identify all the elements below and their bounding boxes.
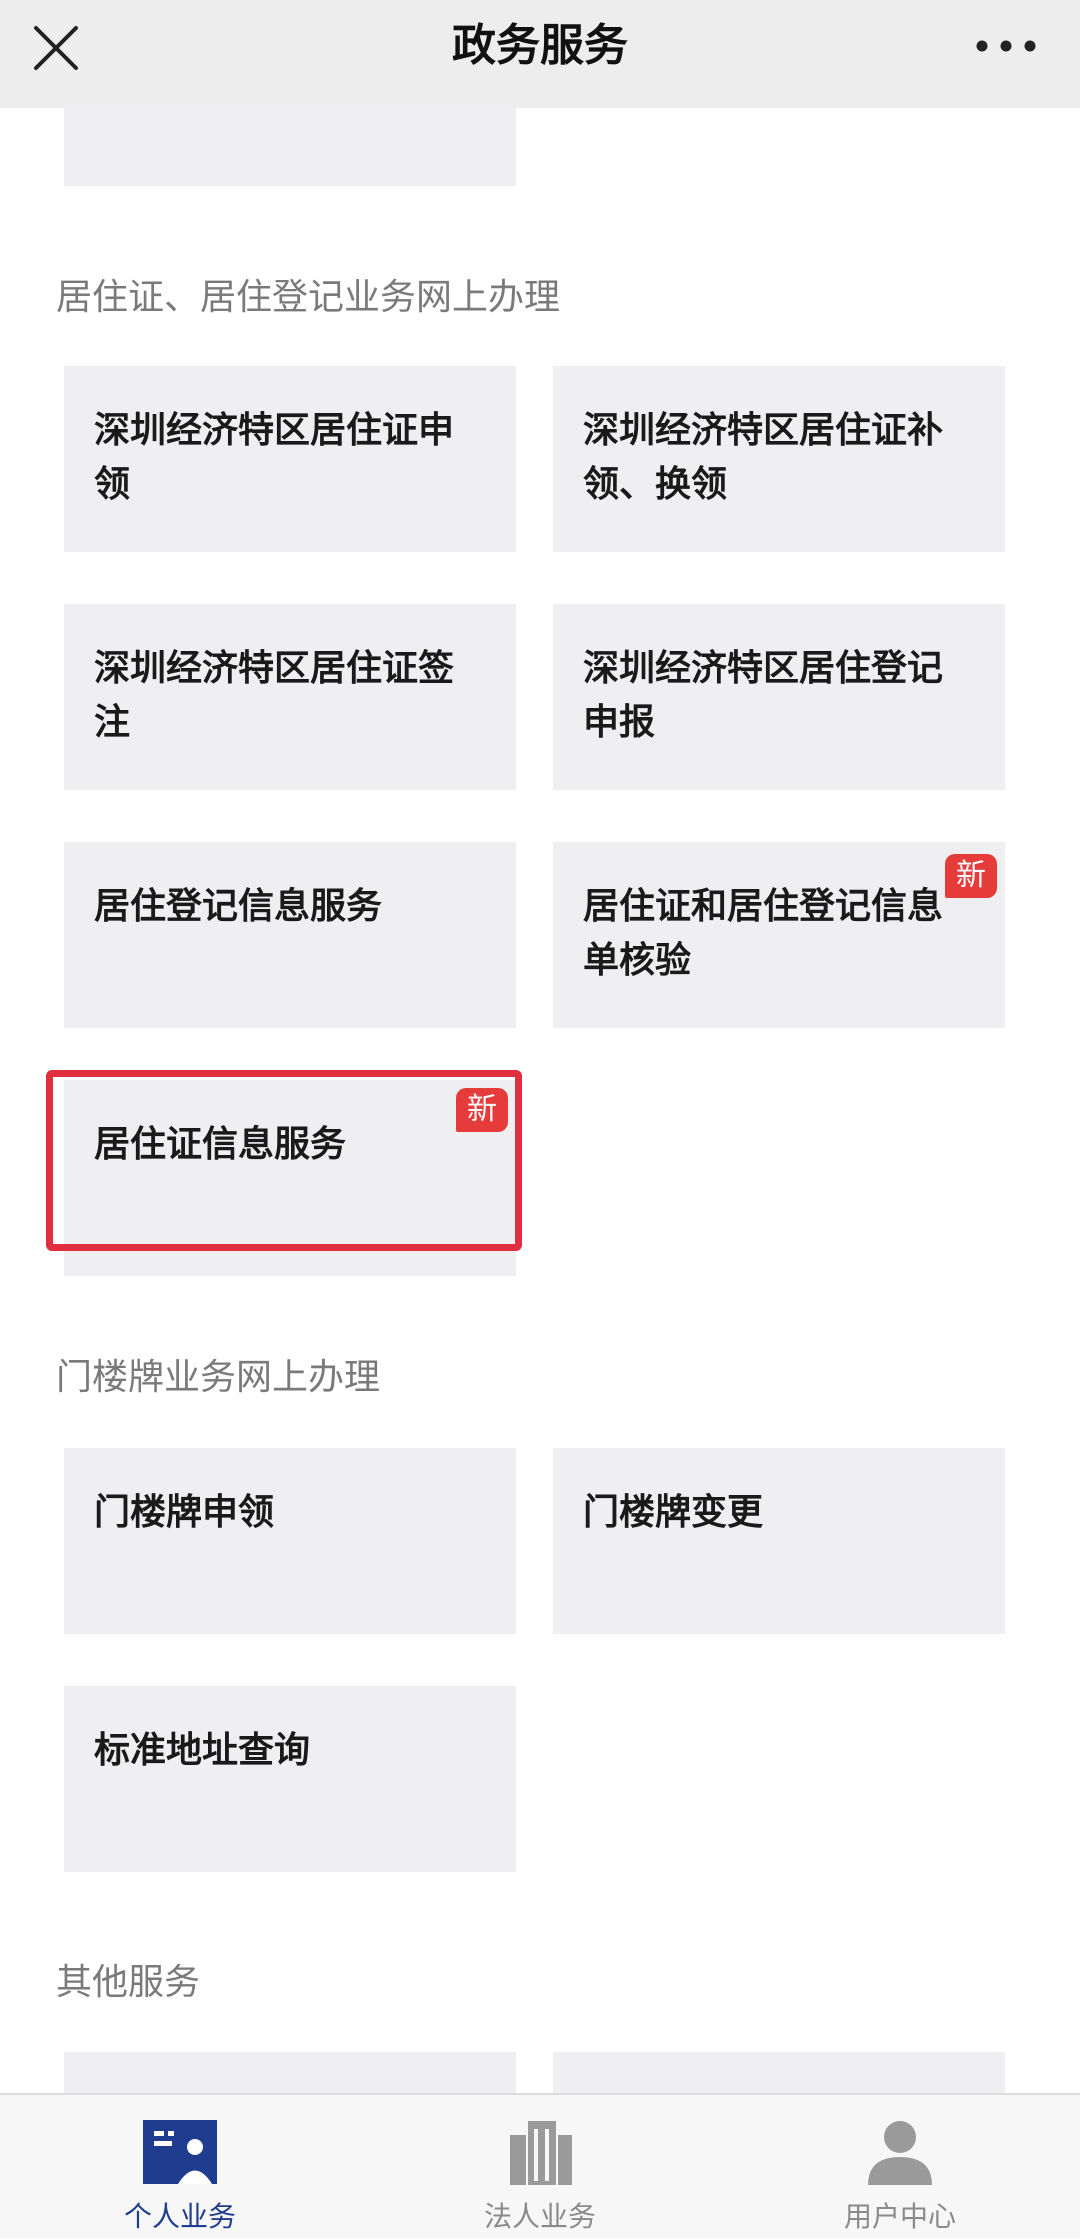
service-card-address-query[interactable]: 标准地址查询 bbox=[64, 1686, 516, 1872]
section-title-doorplate: 门楼牌业务网上办理 bbox=[56, 1357, 381, 1398]
highlight-frame bbox=[46, 1070, 522, 1251]
service-card-registration-info[interactable]: 居住登记信息服务 bbox=[64, 842, 516, 1028]
service-card-partial[interactable] bbox=[64, 108, 516, 186]
more-options-icon[interactable] bbox=[968, 22, 1044, 70]
service-card-partial[interactable] bbox=[64, 2052, 516, 2093]
tab-user-center[interactable]: 用户中心 bbox=[720, 2095, 1080, 2240]
service-card-label: 居住登记信息服务 bbox=[94, 886, 383, 927]
section-title-other: 其他服务 bbox=[56, 1962, 201, 2003]
service-card-label: 深圳经济特区居住登记申报 bbox=[583, 648, 944, 743]
service-card-label: 门楼牌变更 bbox=[583, 1492, 764, 1533]
tab-corporate-business[interactable]: 法人业务 bbox=[360, 2095, 720, 2240]
tab-label: 法人业务 bbox=[483, 2200, 596, 2233]
service-card-residence-permit-endorse[interactable]: 深圳经济特区居住证签注 bbox=[64, 604, 516, 790]
service-card-residence-permit-reissue[interactable]: 深圳经济特区居住证补领、换领 bbox=[553, 366, 1005, 552]
service-card-residence-permit-apply[interactable]: 深圳经济特区居住证申领 bbox=[64, 366, 516, 552]
building-icon bbox=[510, 2121, 572, 2185]
service-card-doorplate-change[interactable]: 门楼牌变更 bbox=[553, 1448, 1005, 1634]
tab-label: 用户中心 bbox=[843, 2200, 956, 2233]
service-card-label: 深圳经济特区居住证签注 bbox=[94, 648, 455, 743]
service-list[interactable]: 居住证、居住登记业务网上办理 深圳经济特区居住证申领 深圳经济特区居住证补领、换… bbox=[0, 108, 1080, 2093]
service-card-partial[interactable] bbox=[553, 2052, 1005, 2093]
service-card-label: 深圳经济特区居住证补领、换领 bbox=[583, 410, 944, 505]
service-card-label: 居住证和居住登记信息单核验 bbox=[583, 886, 944, 981]
navigation-bar: 政务服务 bbox=[0, 0, 1080, 108]
tab-label: 个人业务 bbox=[123, 2200, 236, 2233]
page-title: 政务服务 bbox=[452, 20, 628, 71]
new-badge: 新 bbox=[945, 854, 997, 898]
section-title-residence: 居住证、居住登记业务网上办理 bbox=[56, 277, 561, 318]
service-card-label: 深圳经济特区居住证申领 bbox=[94, 410, 455, 505]
service-card-label: 标准地址查询 bbox=[94, 1730, 311, 1771]
personal-business-icon bbox=[143, 2120, 217, 2184]
user-icon bbox=[868, 2121, 932, 2185]
tab-bar: 个人业务 法人业务 用户中心 bbox=[0, 2093, 1080, 2238]
new-badge: 新 bbox=[456, 1088, 508, 1132]
tab-personal-business[interactable]: 个人业务 bbox=[0, 2095, 360, 2240]
service-card-info-verification[interactable]: 居住证和居住登记信息单核验 新 bbox=[553, 842, 1005, 1028]
service-card-label: 门楼牌申领 bbox=[94, 1492, 275, 1533]
service-card-residence-registration[interactable]: 深圳经济特区居住登记申报 bbox=[553, 604, 1005, 790]
service-card-doorplate-apply[interactable]: 门楼牌申领 bbox=[64, 1448, 516, 1634]
